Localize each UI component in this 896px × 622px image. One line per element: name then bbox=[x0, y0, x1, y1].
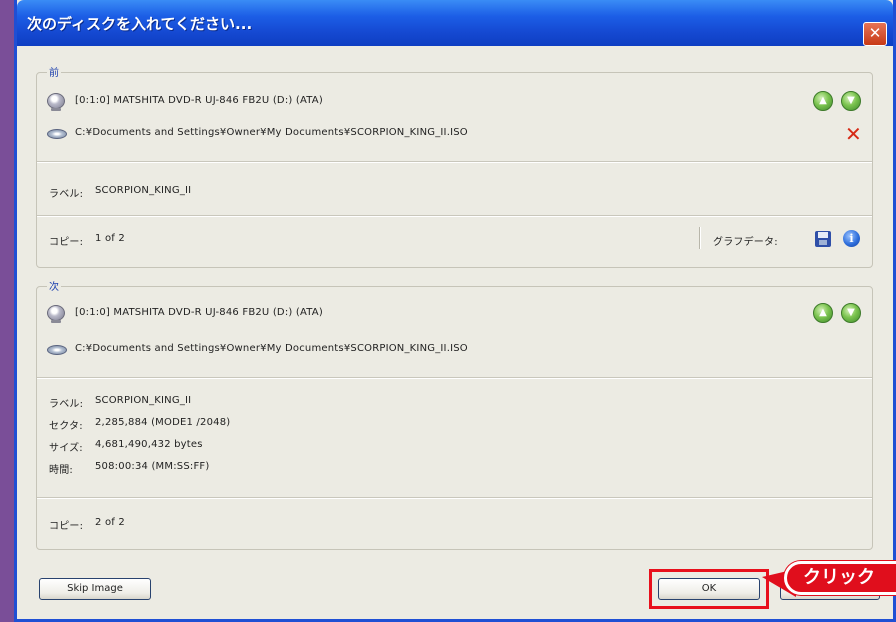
after-copy-row: コピー: 2 of 2 bbox=[37, 513, 872, 535]
move-up-icon[interactable]: ▲ bbox=[813, 303, 833, 323]
move-up-icon[interactable]: ▲ bbox=[813, 91, 833, 111]
before-copy-caption: コピー: bbox=[49, 237, 84, 248]
after-image-row: C:¥Documents and Settings¥Owner¥My Docum… bbox=[37, 339, 872, 361]
before-group-label: 前 bbox=[47, 64, 61, 79]
detail-caption: セクタ: bbox=[49, 421, 83, 432]
ok-button[interactable]: OK bbox=[658, 578, 760, 600]
before-separator-2 bbox=[37, 215, 872, 217]
optical-drive-icon bbox=[47, 305, 65, 323]
before-label-caption: ラベル: bbox=[49, 189, 84, 200]
save-icon[interactable] bbox=[815, 231, 831, 247]
after-detail-row: 時間: 508:00:34 (MM:SS:FF) bbox=[37, 459, 872, 477]
optical-drive-icon bbox=[47, 93, 65, 111]
before-group: 前 [0:1:0] MATSHITA DVD-R UJ-846 FB2U (D:… bbox=[36, 64, 873, 268]
after-separator-2 bbox=[37, 497, 872, 499]
disc-image-icon bbox=[47, 129, 67, 139]
before-image-row: C:¥Documents and Settings¥Owner¥My Docum… bbox=[37, 123, 872, 145]
left-edge-strip bbox=[0, 0, 14, 622]
after-image-path: C:¥Documents and Settings¥Owner¥My Docum… bbox=[75, 343, 468, 354]
before-separator-1 bbox=[37, 161, 872, 163]
window-title: 次のディスクを入れてください... bbox=[27, 15, 253, 33]
after-copy-value: 2 of 2 bbox=[95, 517, 125, 528]
graph-separator bbox=[699, 227, 701, 249]
before-label-value: SCORPION_KING_II bbox=[95, 185, 192, 196]
detail-caption: サイズ: bbox=[49, 443, 83, 454]
before-drive-row: [0:1:0] MATSHITA DVD-R UJ-846 FB2U (D:) … bbox=[37, 91, 872, 113]
click-callout: クリック bbox=[784, 561, 896, 595]
before-copy-row: コピー: 1 of 2 グラフデータ: i bbox=[37, 227, 872, 251]
move-down-icon[interactable]: ▼ bbox=[841, 303, 861, 323]
insert-next-disc-dialog: 次のディスクを入れてください... ✕ 前 [0:1:0] MATSHITA D… bbox=[14, 0, 896, 622]
info-icon[interactable]: i bbox=[843, 230, 860, 247]
after-drive-row: [0:1:0] MATSHITA DVD-R UJ-846 FB2U (D:) … bbox=[37, 303, 872, 325]
detail-value: SCORPION_KING_II bbox=[95, 395, 192, 406]
after-detail-row: セクタ: 2,285,884 (MODE1 /2048) bbox=[37, 415, 872, 433]
after-separator-1 bbox=[37, 377, 872, 379]
detail-caption: ラベル: bbox=[49, 399, 84, 410]
detail-value: 508:00:34 (MM:SS:FF) bbox=[95, 461, 210, 472]
detail-caption: 時間: bbox=[49, 465, 73, 476]
before-copy-value: 1 of 2 bbox=[95, 233, 125, 244]
before-image-path: C:¥Documents and Settings¥Owner¥My Docum… bbox=[75, 127, 468, 138]
after-drive-name: [0:1:0] MATSHITA DVD-R UJ-846 FB2U (D:) … bbox=[75, 307, 323, 318]
graph-data-caption: グラフデータ: bbox=[713, 237, 778, 248]
after-detail-row: サイズ: 4,681,490,432 bytes bbox=[37, 437, 872, 455]
close-button[interactable]: ✕ bbox=[863, 22, 887, 46]
detail-value: 4,681,490,432 bytes bbox=[95, 439, 203, 450]
title-bar: 次のディスクを入れてください... ✕ bbox=[17, 0, 893, 46]
before-drive-name: [0:1:0] MATSHITA DVD-R UJ-846 FB2U (D:) … bbox=[75, 95, 323, 106]
after-group-label: 次 bbox=[47, 278, 61, 293]
after-group: 次 [0:1:0] MATSHITA DVD-R UJ-846 FB2U (D:… bbox=[36, 278, 873, 550]
before-label-row: ラベル: SCORPION_KING_II bbox=[37, 183, 872, 201]
detail-value: 2,285,884 (MODE1 /2048) bbox=[95, 417, 231, 428]
skip-image-button[interactable]: Skip Image bbox=[39, 578, 151, 600]
move-down-icon[interactable]: ▼ bbox=[841, 91, 861, 111]
disc-image-icon bbox=[47, 345, 67, 355]
after-detail-row: ラベル: SCORPION_KING_II bbox=[37, 393, 872, 411]
remove-icon[interactable]: ✕ bbox=[845, 124, 862, 144]
after-copy-caption: コピー: bbox=[49, 521, 84, 532]
